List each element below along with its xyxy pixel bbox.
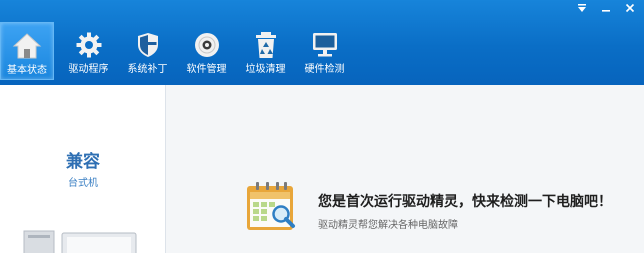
monitor-icon xyxy=(310,30,340,60)
first-run-headline: 您是首次运行驱动精灵，快来检测一下电脑吧！ xyxy=(318,194,612,210)
nav-tab-label: 硬件检测 xyxy=(304,64,345,75)
main-nav: 基本状态 驱动程序 系统补丁 软件管理 垃圾清理 硬件检测 xyxy=(0,22,354,80)
nav-tab-hardware[interactable]: 硬件检测 xyxy=(295,22,354,80)
nav-tab-label: 系统补丁 xyxy=(127,64,168,75)
compatibility-status: 兼容 xyxy=(66,152,100,172)
nav-tab-software[interactable]: 软件管理 xyxy=(177,22,236,80)
disc-icon xyxy=(192,30,222,60)
recycle-bin-icon xyxy=(251,30,281,60)
home-icon xyxy=(12,31,42,61)
first-run-subline: 驱动精灵帮您解决各种电脑故障 xyxy=(318,220,458,231)
close-icon[interactable] xyxy=(620,1,640,15)
window-controls xyxy=(572,1,640,15)
menu-dropdown-icon[interactable] xyxy=(572,1,592,15)
calendar-search-icon xyxy=(247,182,295,230)
nav-tab-label: 软件管理 xyxy=(186,64,227,75)
nav-tab-label: 驱动程序 xyxy=(68,64,109,75)
shield-icon xyxy=(133,30,163,60)
nav-tab-label: 垃圾清理 xyxy=(245,64,286,75)
device-type-link[interactable]: 台式机 xyxy=(0,178,166,190)
top-toolbar: 基本状态 驱动程序 系统补丁 软件管理 垃圾清理 硬件检测 xyxy=(0,0,644,85)
desktop-pc-image xyxy=(23,230,137,253)
driver-genius-window: 基本状态 驱动程序 系统补丁 软件管理 垃圾清理 硬件检测 兼容 台式机 您是首… xyxy=(0,0,644,253)
nav-tab-drivers[interactable]: 驱动程序 xyxy=(59,22,118,80)
minimize-icon[interactable] xyxy=(596,1,616,15)
nav-tab-basic-status[interactable]: 基本状态 xyxy=(0,22,54,80)
nav-tab-system-patches[interactable]: 系统补丁 xyxy=(118,22,177,80)
nav-tab-cleanup[interactable]: 垃圾清理 xyxy=(236,22,295,80)
gear-icon xyxy=(74,30,104,60)
nav-tab-label: 基本状态 xyxy=(7,65,47,76)
